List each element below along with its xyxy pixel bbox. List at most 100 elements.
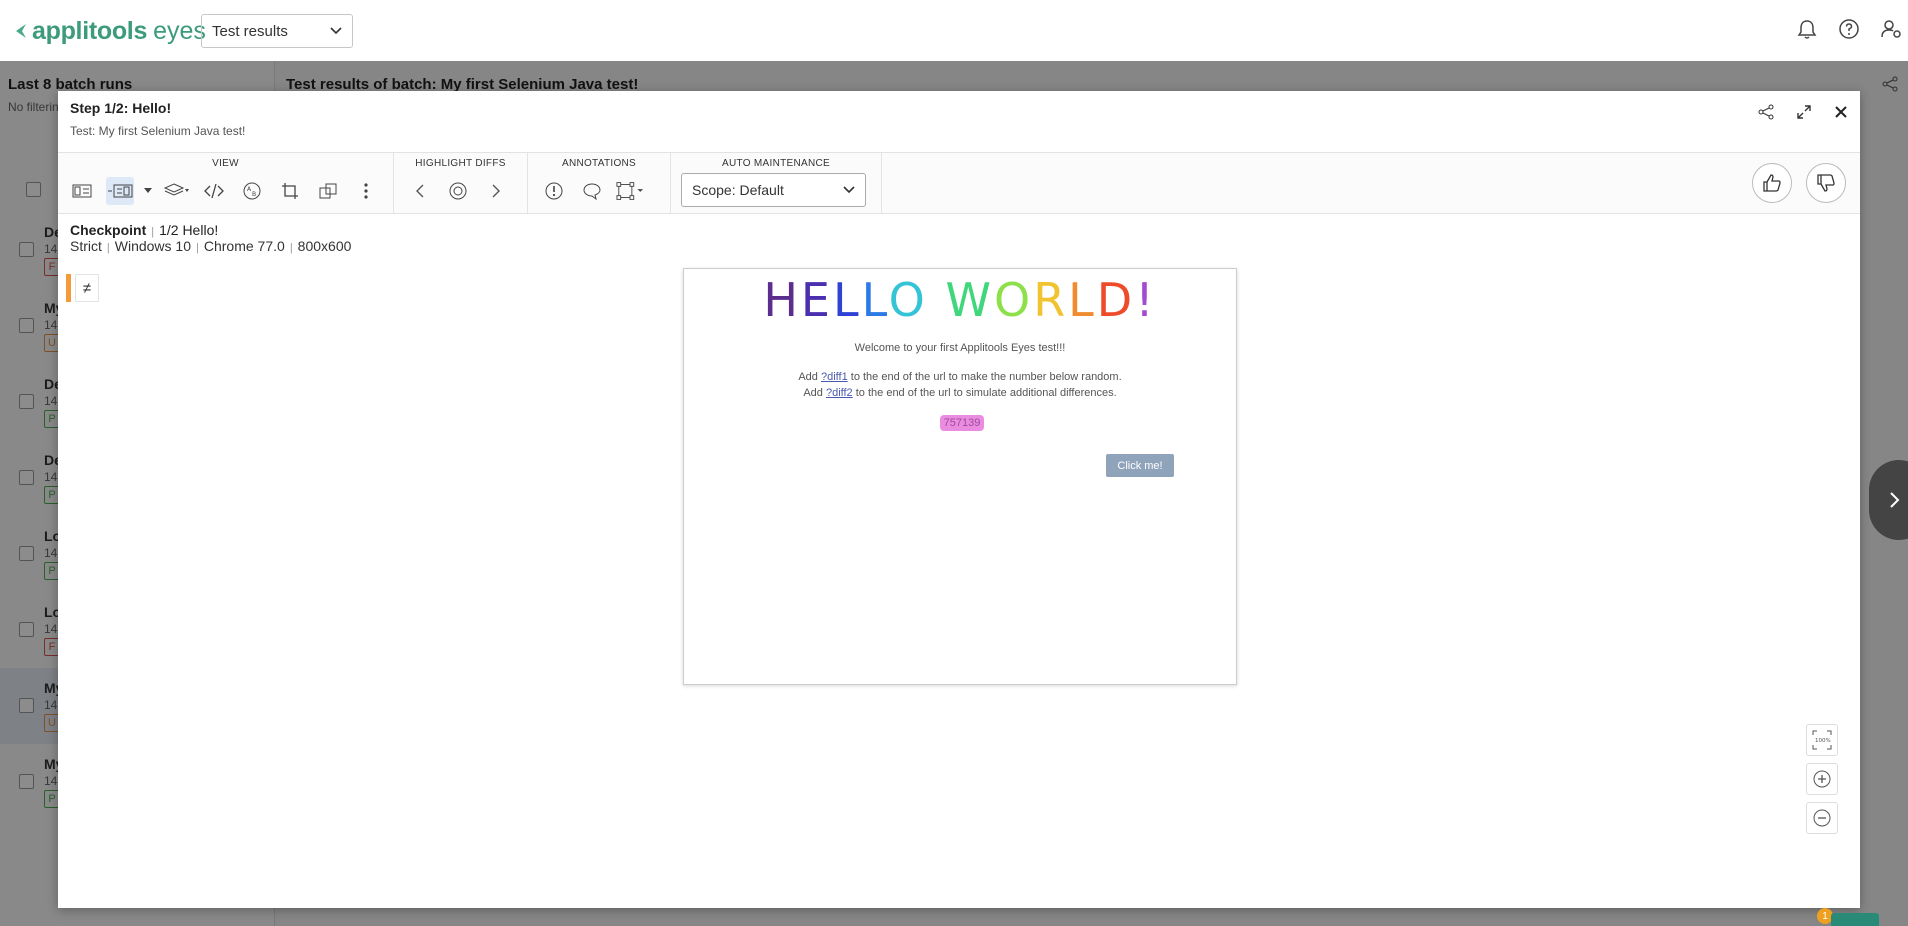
zoom-fit-button[interactable]: 100%: [1806, 724, 1838, 756]
instruction-line-2: Add ?diff2 to the end of the url to simu…: [684, 387, 1236, 399]
hello-letter: L: [1068, 273, 1097, 327]
zoom-out-button[interactable]: [1806, 802, 1838, 834]
welcome-text: Welcome to your first Applitools Eyes te…: [854, 342, 1066, 354]
top-icons: [1796, 18, 1908, 40]
click-me-button[interactable]: Click me!: [1106, 454, 1174, 477]
code-icon[interactable]: [200, 177, 228, 205]
os-name: Windows 10: [114, 238, 192, 254]
comment-icon[interactable]: [578, 177, 606, 205]
minus-icon: [1813, 809, 1831, 827]
annotations-group: ANNOTATIONS: [528, 153, 671, 213]
hello-letter: W: [945, 273, 994, 327]
scope-select[interactable]: Scope: Default: [681, 173, 866, 207]
layers-icon[interactable]: [162, 177, 190, 205]
more-vertical-icon[interactable]: [352, 177, 380, 205]
separator: |: [289, 242, 293, 254]
view-dropdown-icon[interactable]: [144, 188, 152, 194]
thumbs-down-icon: [1817, 174, 1835, 192]
crop-icon[interactable]: [276, 177, 304, 205]
hello-letter: L: [861, 273, 889, 327]
svg-text:B: B: [252, 191, 256, 198]
zoom-in-button[interactable]: [1806, 763, 1838, 795]
random-number-diff: 757139: [940, 415, 984, 431]
separator: |: [106, 242, 110, 254]
accept-button[interactable]: [1752, 163, 1792, 203]
view-select-value: Test results: [212, 22, 288, 40]
hello-letter: L: [833, 273, 862, 327]
logo-text-eyes: eyes: [153, 16, 206, 45]
hello-letter: E: [800, 273, 833, 327]
instruction-line-1: Add ?diff1 to the end of the url to make…: [684, 371, 1236, 383]
expand-icon[interactable]: [1796, 104, 1812, 120]
zoom-100-icon: 100%: [1812, 730, 1832, 750]
close-icon[interactable]: [1834, 105, 1848, 119]
step-title: Step 1/2: Hello!: [70, 100, 172, 116]
instruction-prefix: Add: [798, 371, 821, 383]
chevron-right-icon: [1890, 492, 1900, 508]
side-by-side-view-icon[interactable]: [106, 177, 134, 205]
view-group-label: VIEW: [212, 158, 239, 169]
previous-diff-icon[interactable]: [406, 177, 434, 205]
hello-world-heading: HELLO WORLD!: [684, 273, 1236, 327]
share-icon[interactable]: [1758, 104, 1774, 120]
hello-letter: H: [763, 273, 801, 327]
thumbs-up-icon: [1763, 174, 1781, 192]
checkpoint-details: Strict | Windows 10 | Chrome 77.0 | 800x600: [70, 238, 351, 254]
svg-text:100%: 100%: [1815, 738, 1831, 744]
baseline-view-icon[interactable]: [68, 177, 96, 205]
diff2-link[interactable]: ?diff2: [826, 387, 853, 399]
next-diff-icon[interactable]: [482, 177, 510, 205]
step-toolbar: VIEW AB HIGHLIGHT DIFFS ANNOTATIONS AUTO…: [58, 152, 1860, 214]
instruction-suffix: to the end of the url to make the number…: [847, 371, 1122, 383]
bell-icon[interactable]: [1796, 18, 1818, 40]
instruction-prefix: Add: [803, 387, 826, 399]
hello-letter: [928, 273, 946, 327]
scope-select-value: Scope: Default: [692, 182, 784, 198]
applitools-logo[interactable]: applitools eyes: [14, 16, 206, 46]
help-icon[interactable]: [1838, 18, 1860, 40]
highlight-diffs-label: HIGHLIGHT DIFFS: [415, 158, 506, 169]
match-level: Strict: [70, 238, 102, 254]
view-group: VIEW AB: [58, 153, 394, 213]
support-widget[interactable]: [1831, 913, 1879, 926]
region-icon[interactable]: [616, 177, 644, 205]
hello-letter: D: [1096, 273, 1136, 327]
auto-maintenance-group: AUTO MAINTENANCE Scope: Default: [671, 153, 882, 213]
step-test-name: Test: My first Selenium Java test!: [70, 124, 246, 138]
ab-compare-icon[interactable]: AB: [238, 177, 266, 205]
issue-icon[interactable]: [540, 177, 568, 205]
approval-buttons: [1752, 163, 1846, 203]
chevron-down-icon: [843, 186, 855, 194]
reject-button[interactable]: [1806, 163, 1846, 203]
plus-icon: [1813, 770, 1831, 788]
diff1-link[interactable]: ?diff1: [821, 371, 848, 383]
modal-actions: [1758, 104, 1848, 120]
checkpoint-step: 1/2 Hello!: [159, 222, 219, 238]
viewport-size: 800x600: [297, 238, 352, 254]
checkpoint-header: Checkpoint | 1/2 Hello!: [70, 222, 218, 238]
separator: |: [196, 242, 199, 254]
checkpoint-screenshot[interactable]: HELLO WORLD! Welcome to your first Appli…: [683, 268, 1237, 685]
separator: |: [151, 226, 155, 238]
hello-letter: !: [1135, 273, 1157, 327]
checkpoint-label: Checkpoint: [70, 222, 147, 238]
auto-maintenance-label: AUTO MAINTENANCE: [722, 158, 830, 169]
hello-letter: R: [1033, 273, 1069, 327]
next-step-button[interactable]: [1869, 460, 1908, 540]
step-modal: Step 1/2: Hello! Test: My first Selenium…: [58, 91, 1860, 908]
hello-letter: O: [888, 273, 928, 327]
overlay-icon[interactable]: [314, 177, 342, 205]
user-settings-icon[interactable]: [1880, 18, 1902, 40]
highlight-diffs-group: HIGHLIGHT DIFFS: [394, 153, 528, 213]
annotations-label: ANNOTATIONS: [561, 158, 637, 169]
instruction-suffix: to the end of the url to simulate additi…: [852, 387, 1117, 399]
diff-status-bar: [66, 274, 71, 302]
logo-text-applitools: applitools: [32, 16, 148, 45]
view-select[interactable]: Test results: [201, 14, 353, 48]
chevron-down-icon: [330, 27, 342, 35]
hello-letter: O: [993, 273, 1034, 327]
logo-mark-icon: [16, 24, 26, 38]
top-bar: applitools eyes Test results: [0, 0, 1908, 61]
diff-toggle-button[interactable]: ≠: [75, 274, 99, 302]
highlight-diffs-icon[interactable]: [444, 177, 472, 205]
